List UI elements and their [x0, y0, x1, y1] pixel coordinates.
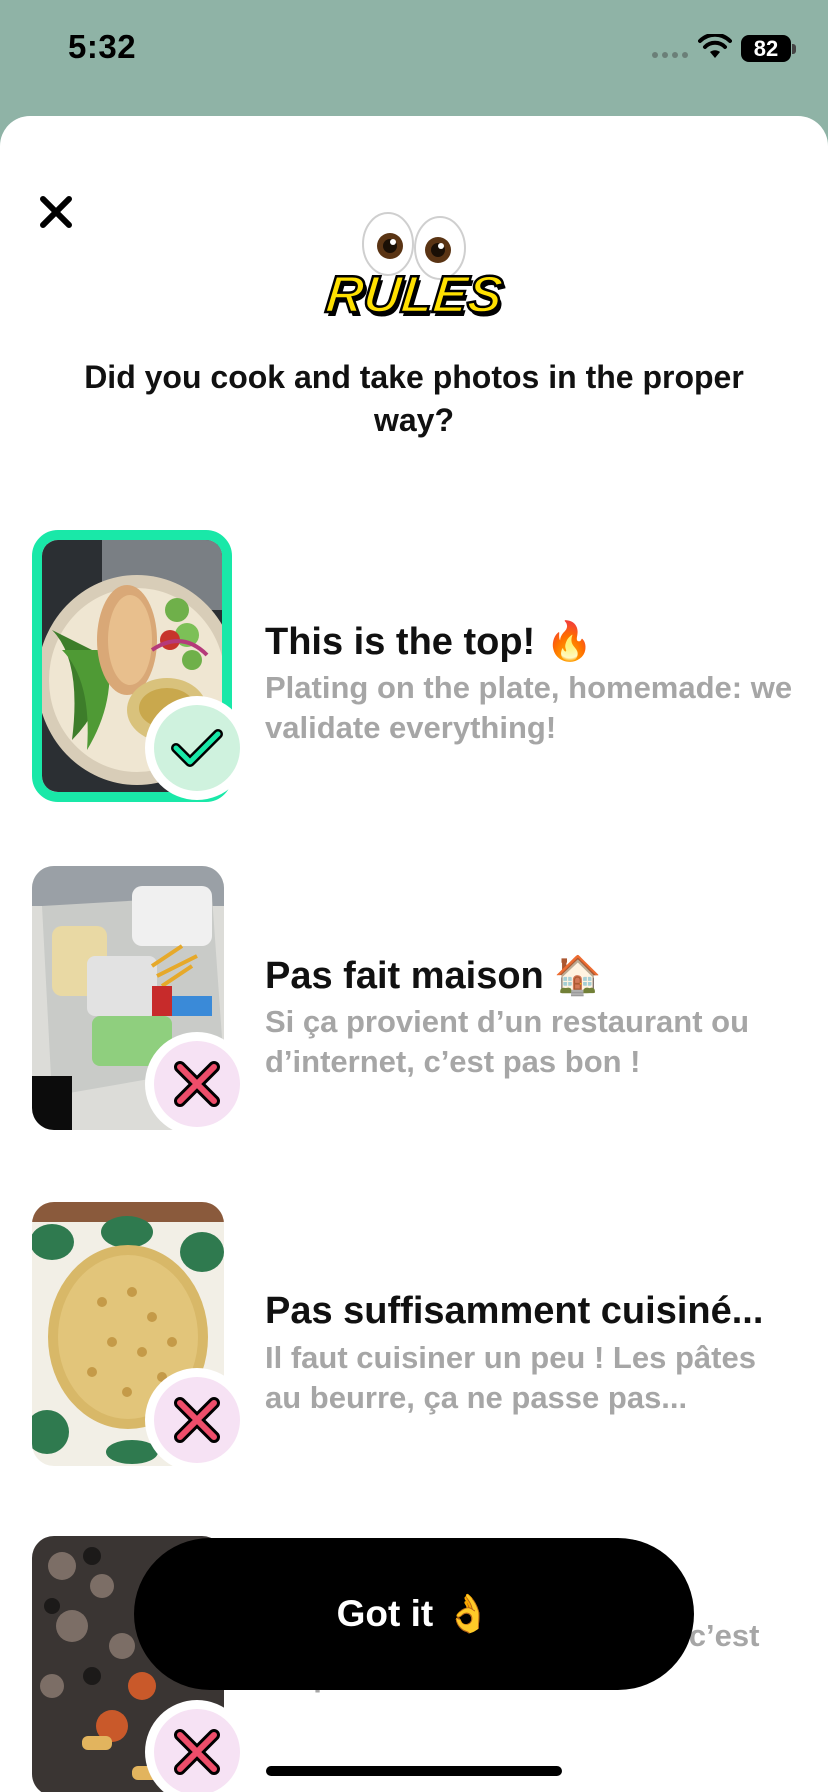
cross-icon	[174, 1397, 220, 1443]
rule-item-not-homemade: Pas fait maison 🏠 Si ça provient d’un re…	[0, 866, 828, 1146]
status-bar: 5:32 82	[0, 0, 828, 115]
rule-title: This is the top! 🔥	[265, 621, 594, 663]
invalid-badge	[145, 1368, 249, 1472]
battery-level: 82	[753, 35, 779, 61]
cross-icon	[174, 1061, 220, 1107]
got-it-button[interactable]: Got it 👌	[134, 1538, 694, 1690]
valid-badge	[145, 696, 249, 800]
rule-description: Il faut cuisiner un peu ! Les pâtes au b…	[265, 1340, 756, 1415]
home-indicator	[266, 1766, 562, 1776]
rule-description: Plating on the plate, homemade: we valid…	[265, 670, 793, 745]
battery-indicator: 82	[741, 35, 791, 62]
check-icon	[171, 729, 223, 767]
rule-title: Pas fait maison 🏠	[265, 955, 602, 997]
status-time: 5:32	[68, 28, 137, 65]
wifi-icon	[698, 34, 732, 58]
rule-title: Pas suffisamment cuisiné...	[265, 1290, 764, 1332]
rule-item-not-cooked-enough: Pas suffisamment cuisiné... Il faut cuis…	[0, 1202, 828, 1482]
cellular-signal-icon	[652, 52, 688, 58]
svg-text:RULES: RULES	[323, 266, 505, 324]
invalid-badge	[145, 1032, 249, 1136]
battery-cap	[792, 44, 796, 54]
rules-logo: RULES RULES	[322, 212, 508, 324]
invalid-badge	[145, 1700, 249, 1792]
got-it-label: Got it	[336, 1593, 434, 1634]
rule-description: Si ça provient d’un restaurant ou d’inte…	[265, 1004, 750, 1079]
cross-icon	[174, 1729, 220, 1775]
rule-item-valid: This is the top! 🔥 Plating on the plate,…	[0, 530, 828, 814]
page-title: Did you cook and take photos in the prop…	[84, 359, 744, 438]
close-icon	[40, 196, 72, 228]
close-button[interactable]	[34, 190, 78, 234]
ok-hand-icon: 👌	[445, 1592, 492, 1634]
